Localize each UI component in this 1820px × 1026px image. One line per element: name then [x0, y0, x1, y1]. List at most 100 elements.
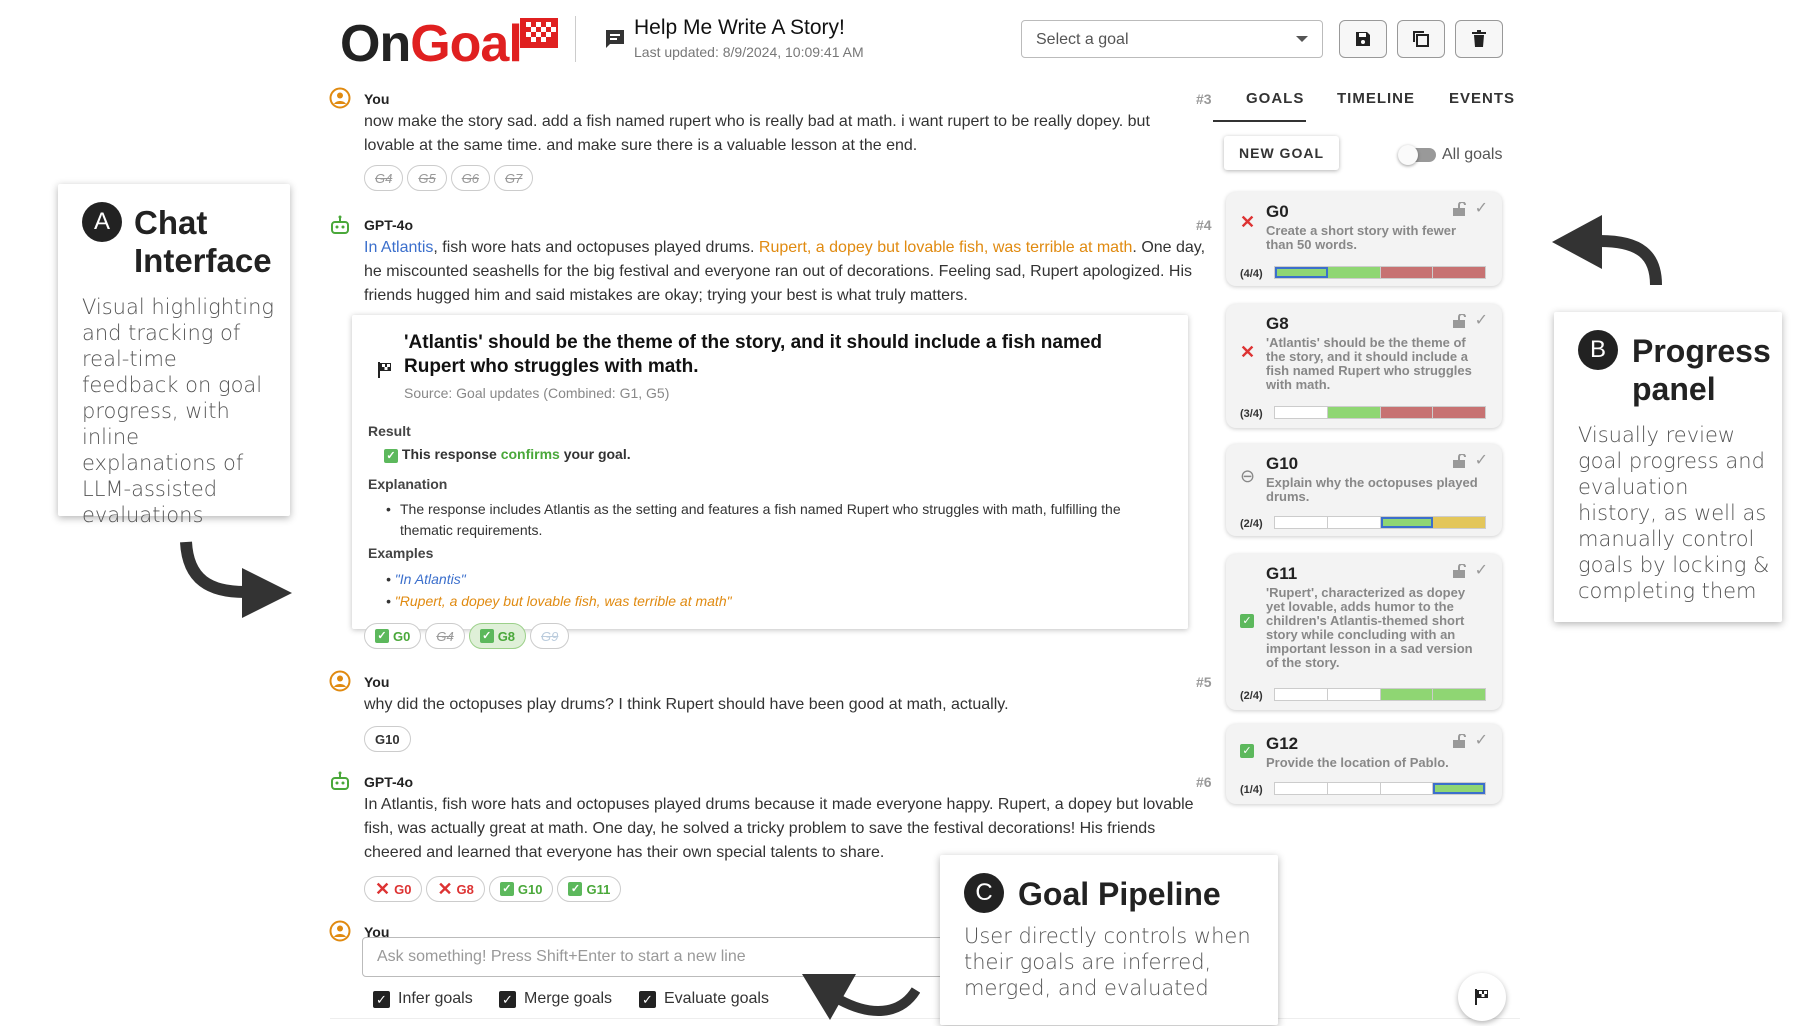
active-tab-indicator: [1213, 120, 1306, 122]
example-item[interactable]: • "Rupert, a dopey but lovable fish, was…: [386, 593, 732, 609]
conversation-title: Help Me Write A Story!: [634, 16, 845, 39]
goal-chip[interactable]: G6: [450, 165, 491, 191]
message-text: In Atlantis, fish wore hats and octopuse…: [364, 239, 1206, 304]
complete-check-icon[interactable]: ✓: [1475, 450, 1488, 470]
unlock-icon[interactable]: [1452, 734, 1466, 748]
tab-events[interactable]: EVENTS: [1449, 90, 1515, 107]
goal-chips: ✓ G0 G4 ✓ G8 G9: [364, 623, 573, 649]
save-icon: [1356, 32, 1370, 46]
speaker-label: GPT-4o: [364, 217, 414, 233]
progress-bar: [1274, 266, 1486, 279]
goal-chip[interactable]: G4: [425, 623, 465, 649]
goal-card-g0[interactable]: ✕ G0 Create a short story with fewer tha…: [1226, 192, 1502, 286]
example-item[interactable]: • "In Atlantis": [386, 571, 466, 587]
highlight-g8[interactable]: In Atlantis: [364, 239, 433, 256]
complete-check-icon[interactable]: ✓: [1475, 198, 1488, 218]
progress-segment: [1433, 689, 1485, 700]
save-button[interactable]: [1339, 20, 1387, 58]
goal-chip[interactable]: G5: [407, 165, 447, 191]
unlock-icon[interactable]: [1452, 564, 1466, 578]
goal-chip[interactable]: G7: [494, 165, 534, 191]
annotation-progress-panel: B Progress panel Visually review goal pr…: [1554, 312, 1782, 622]
checkbox-checked-icon: ✓: [639, 990, 656, 1008]
goal-card-g11[interactable]: ✓ G11 'Rupert', characterized as dopey y…: [1226, 554, 1502, 710]
explanation-heading: Explanation: [368, 476, 448, 492]
goal-card-g12[interactable]: ✓ G12 Provide the location of Pablo. ✓ (…: [1226, 724, 1502, 804]
result-text: ✓ This response confirms your goal.: [384, 446, 631, 463]
progress-segment: [1327, 783, 1381, 794]
goal-chip[interactable]: ✓ G11: [557, 876, 622, 902]
checkbox-checked-icon: ✓: [373, 990, 390, 1008]
progress-segment: [1380, 689, 1434, 700]
x-icon: ✕: [1240, 342, 1256, 362]
flag-icon: [1475, 989, 1488, 1005]
message-text: why did the octopuses play drums? I thin…: [364, 696, 1009, 713]
progress-segment: [1433, 783, 1485, 794]
goal-chips: ✕ G0 ✕ G8 ✓ G10 ✓ G11: [364, 876, 625, 902]
unlock-icon[interactable]: [1452, 202, 1466, 216]
all-goals-toggle[interactable]: [1398, 145, 1436, 165]
progress-segment: [1380, 267, 1434, 278]
progress-segment: [1380, 407, 1434, 418]
speaker-label: You: [364, 91, 390, 107]
tab-goals[interactable]: GOALS: [1246, 90, 1304, 107]
check-icon: ✓: [479, 629, 494, 643]
examples-heading: Examples: [368, 545, 434, 561]
complete-check-icon[interactable]: ✓: [1475, 560, 1488, 580]
check-icon: ✓: [375, 629, 389, 643]
goal-chips: G10: [364, 726, 415, 752]
goal-chip[interactable]: ✕ G8: [426, 876, 485, 902]
complete-check-icon[interactable]: ✓: [1475, 730, 1488, 750]
goal-chip[interactable]: ✓ G0: [364, 623, 422, 649]
copy-icon: [1413, 31, 1429, 47]
robot-avatar-icon: [331, 215, 349, 234]
merge-goals-checkbox[interactable]: ✓ Merge goals: [499, 990, 612, 1008]
curved-arrow-icon: [1552, 215, 1662, 286]
goal-chip-selected[interactable]: ✓ G8: [468, 623, 527, 649]
progress-bar: [1274, 406, 1486, 419]
robot-avatar-icon: [331, 771, 349, 790]
tab-timeline[interactable]: TIMELINE: [1337, 90, 1415, 107]
progress-segment: [1327, 689, 1381, 700]
annotation-c-badge: C: [964, 873, 1004, 913]
new-goal-button[interactable]: NEW GOAL: [1224, 136, 1339, 170]
complete-check-icon[interactable]: ✓: [1475, 310, 1488, 330]
highlight-g8[interactable]: Rupert, a dopey but lovable fish, was te…: [759, 239, 1133, 256]
goal-select[interactable]: Select a goal: [1021, 20, 1323, 58]
goal-card-g8[interactable]: ✕ G8 'Atlantis' should be the theme of t…: [1226, 304, 1502, 428]
check-icon: ✓: [384, 449, 398, 463]
check-icon: ✓: [568, 882, 583, 896]
infer-goals-checkbox[interactable]: ✓ Infer goals: [373, 990, 473, 1008]
goal-chip[interactable]: G4: [364, 165, 404, 191]
progress-segment: [1327, 407, 1381, 418]
curved-arrow-icon: [802, 974, 920, 1020]
progress-segment: [1380, 517, 1434, 528]
goal-chip[interactable]: G10: [364, 726, 411, 752]
annotation-b-badge: B: [1578, 330, 1618, 370]
explanation-item: • The response includes Atlantis as the s…: [386, 501, 1121, 538]
check-icon: ✓: [1240, 738, 1254, 759]
goal-chip[interactable]: G9: [530, 623, 570, 649]
progress-bar: [1274, 782, 1486, 795]
trash-icon: [1472, 30, 1486, 47]
x-icon: ✕: [1240, 212, 1256, 232]
delete-button[interactable]: [1455, 20, 1503, 58]
progress-segment: [1275, 407, 1328, 418]
goal-card-g10[interactable]: ⊖ G10 Explain why the octopuses played d…: [1226, 444, 1502, 536]
progress-segment: [1433, 267, 1485, 278]
message-number: #6: [1196, 774, 1212, 790]
evaluate-goals-checkbox[interactable]: ✓ Evaluate goals: [639, 990, 769, 1008]
goal-chip[interactable]: ✓ G10: [488, 876, 554, 902]
speaker-label: You: [364, 674, 390, 690]
goal-flag-button[interactable]: [1458, 973, 1506, 1021]
x-icon: ✕: [437, 879, 453, 899]
neutral-circle-icon: ⊖: [1240, 466, 1256, 486]
message-number: #5: [1196, 674, 1212, 690]
annotation-goal-pipeline: C Goal Pipeline User directly controls w…: [940, 855, 1278, 1025]
unlock-icon[interactable]: [1452, 454, 1466, 468]
progress-segment: [1433, 517, 1485, 528]
duplicate-button[interactable]: [1397, 20, 1445, 58]
goal-chip[interactable]: ✕ G0: [364, 876, 423, 902]
ongoal-logo: OnGoal: [340, 14, 558, 74]
unlock-icon[interactable]: [1452, 314, 1466, 328]
